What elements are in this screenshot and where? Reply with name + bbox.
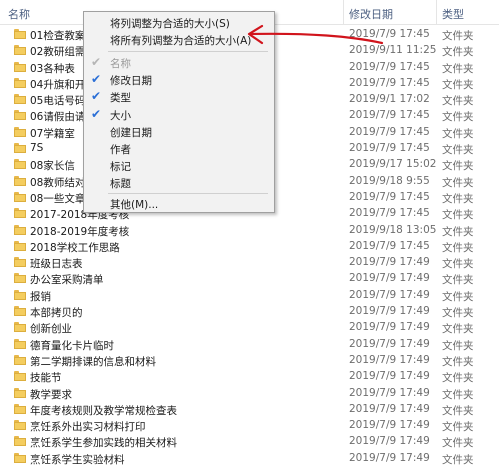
red-arrow-annotation <box>247 24 384 45</box>
